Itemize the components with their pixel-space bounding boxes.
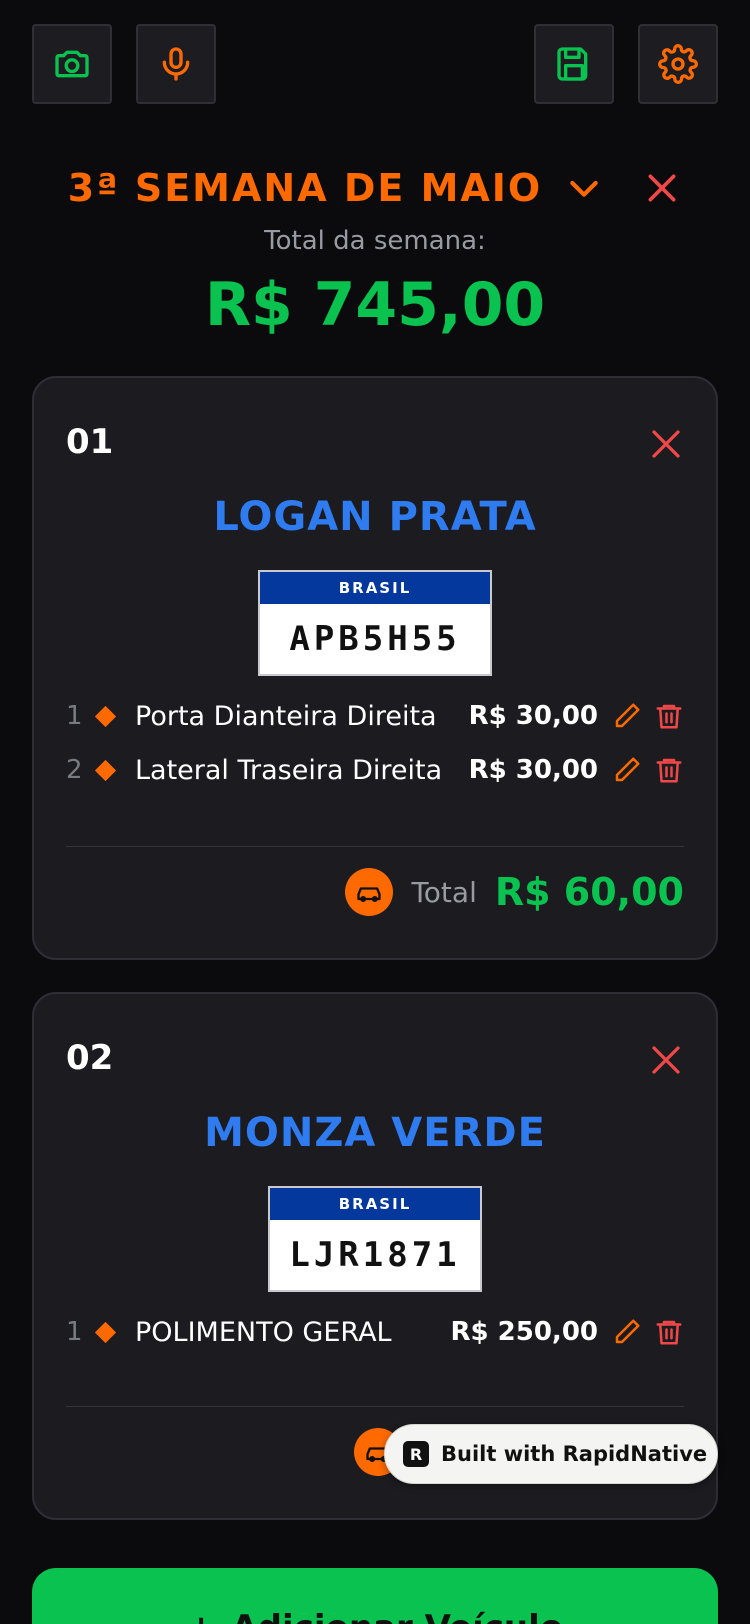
rapidnative-logo-icon: R bbox=[403, 1441, 429, 1467]
vehicle-name: MONZA VERDE bbox=[204, 1110, 546, 1156]
save-button[interactable] bbox=[534, 24, 614, 104]
edit-icon[interactable] bbox=[612, 701, 642, 731]
diamond-icon bbox=[94, 705, 117, 727]
service-name: Porta Dianteira Direita bbox=[135, 700, 437, 732]
remove-vehicle-icon[interactable] bbox=[648, 426, 684, 462]
vehicle-name: LOGAN PRATA bbox=[213, 494, 537, 540]
save-icon bbox=[557, 47, 588, 81]
license-plate: BRASIL LJR1871 bbox=[268, 1186, 482, 1292]
divider bbox=[66, 1406, 684, 1407]
add-vehicle-label: Adicionar Veículo bbox=[231, 1608, 563, 1624]
vehicle-number: 02 bbox=[66, 1038, 114, 1078]
service-item: 1 POLIMENTO GERAL R$ 250,00 bbox=[66, 1312, 684, 1352]
diamond-icon bbox=[94, 1321, 117, 1343]
week-total-label: Total da semana: bbox=[264, 226, 486, 256]
car-icon bbox=[345, 868, 394, 916]
trash-icon[interactable] bbox=[654, 1317, 684, 1347]
camera-button[interactable] bbox=[32, 24, 112, 104]
plate-code: APB5H55 bbox=[289, 619, 461, 659]
top-toolbar bbox=[32, 24, 718, 104]
service-price: R$ 30,00 bbox=[468, 701, 598, 731]
built-with-badge[interactable]: R Built with RapidNative bbox=[384, 1424, 718, 1484]
service-price: R$ 250,00 bbox=[450, 1317, 599, 1347]
plate-country: BRASIL bbox=[260, 572, 490, 604]
vehicle-number: 01 bbox=[66, 422, 114, 462]
divider bbox=[66, 846, 684, 847]
chevron-down-icon[interactable] bbox=[564, 168, 604, 208]
license-plate: BRASIL APB5H55 bbox=[258, 570, 492, 676]
week-total-value: R$ 745,00 bbox=[204, 270, 546, 340]
plate-code: LJR1871 bbox=[289, 1235, 461, 1275]
service-index: 1 bbox=[66, 701, 83, 731]
service-price: R$ 30,00 bbox=[468, 755, 598, 785]
edit-icon[interactable] bbox=[612, 1317, 642, 1347]
badge-text: Built with RapidNative bbox=[441, 1442, 708, 1466]
gear-icon bbox=[658, 44, 698, 84]
week-title[interactable]: 3ª SEMANA DE MAIO bbox=[68, 166, 543, 210]
vehicle-card: 01 LOGAN PRATA BRASIL APB5H55 1 Porta Di… bbox=[32, 376, 718, 960]
microphone-button[interactable] bbox=[136, 24, 216, 104]
add-vehicle-button[interactable]: + Adicionar Veículo bbox=[32, 1568, 718, 1624]
service-item: 1 Porta Dianteira Direita R$ 30,00 bbox=[66, 696, 684, 736]
plate-country: BRASIL bbox=[270, 1188, 480, 1220]
service-name: Lateral Traseira Direita bbox=[135, 754, 443, 786]
remove-vehicle-icon[interactable] bbox=[648, 1042, 684, 1078]
week-selector: 3ª SEMANA DE MAIO bbox=[0, 160, 750, 216]
vehicle-total: Total R$ 60,00 bbox=[345, 866, 684, 918]
total-value: R$ 60,00 bbox=[494, 870, 684, 914]
service-item: 2 Lateral Traseira Direita R$ 30,00 bbox=[66, 750, 684, 790]
settings-button[interactable] bbox=[638, 24, 718, 104]
service-name: POLIMENTO GERAL bbox=[135, 1316, 392, 1348]
edit-icon[interactable] bbox=[612, 755, 642, 785]
plus-icon: + bbox=[187, 1608, 216, 1624]
total-label: Total bbox=[411, 875, 477, 909]
diamond-icon bbox=[94, 759, 117, 781]
service-index: 1 bbox=[66, 1317, 83, 1347]
microphone-icon bbox=[162, 47, 190, 81]
trash-icon[interactable] bbox=[654, 701, 684, 731]
camera-icon bbox=[55, 50, 89, 78]
close-week-icon[interactable] bbox=[642, 168, 682, 208]
trash-icon[interactable] bbox=[654, 755, 684, 785]
service-index: 2 bbox=[66, 755, 83, 785]
